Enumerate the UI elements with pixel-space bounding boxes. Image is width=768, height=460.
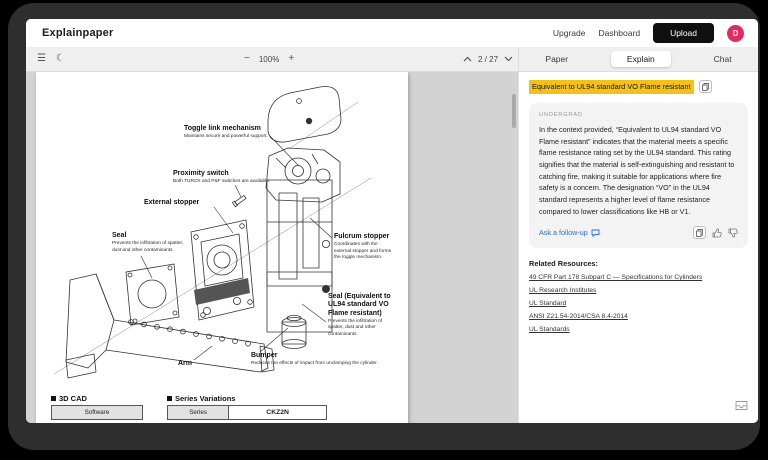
- label-external-stopper: External stopper: [144, 199, 200, 206]
- dashboard-link[interactable]: Dashboard: [598, 28, 640, 38]
- tab-explain[interactable]: Explain: [610, 51, 671, 67]
- chat-bubble-icon: [591, 229, 600, 237]
- label-arm: Arm: [178, 360, 193, 367]
- section-3d-cad: 3D CAD: [51, 394, 87, 403]
- thumbs-up-icon[interactable]: [712, 228, 722, 238]
- avatar[interactable]: D: [727, 24, 744, 42]
- label-seal-ul94: Seal (Equivalent to UL94 standard VO Fla…: [328, 293, 391, 337]
- viewer-scrollbar[interactable]: [512, 94, 516, 128]
- section-marker: [167, 396, 172, 401]
- label-bumper: Bumper Reduces the effects of impact fro…: [251, 352, 378, 367]
- top-bar: Explainpaper Upgrade Dashboard Upload D: [26, 19, 758, 47]
- dark-mode-icon[interactable]: ☾: [56, 54, 65, 64]
- explanation-text: In the context provided, “Equivalent to …: [539, 124, 735, 216]
- related-link-4[interactable]: ANSI Z21.54-2014/CSA 8.4-2014: [529, 313, 748, 320]
- label-proximity-switch: Proximity switch Both TURCK and P&F swit…: [173, 170, 271, 185]
- zoom-out-button[interactable]: −: [242, 54, 252, 64]
- series-table: Series CKZ2N: [167, 405, 327, 420]
- highlighted-text: Equivalent to UL94 standard VO Flame res…: [529, 80, 694, 94]
- zoom-in-button[interactable]: +: [286, 54, 296, 64]
- zoom-level: 100%: [258, 54, 280, 64]
- upgrade-link[interactable]: Upgrade: [553, 28, 586, 38]
- archive-tray-icon[interactable]: [735, 398, 748, 416]
- thumbs-down-icon[interactable]: [728, 228, 738, 238]
- label-seal: Seal Prevents the infiltration of spatte…: [112, 232, 184, 253]
- page-up-icon[interactable]: [463, 56, 472, 62]
- series-header-cell: Series: [168, 406, 230, 419]
- viewer-toolbar: ☰ ☾ − 100% + 2 / 27 Paper Explain Chat: [26, 47, 758, 72]
- cad-software-cell: Software: [52, 406, 142, 419]
- level-badge: UNDERGRAD: [539, 111, 583, 118]
- cad-table: Software: [51, 405, 143, 420]
- related-link-5[interactable]: UL Standards: [529, 326, 748, 333]
- upload-button[interactable]: Upload: [653, 23, 714, 43]
- copy-highlight-button[interactable]: [698, 80, 712, 94]
- tab-paper[interactable]: Paper: [535, 51, 578, 67]
- related-link-3[interactable]: UL Standard: [529, 300, 748, 307]
- related-link-2[interactable]: UL Research Institutes: [529, 287, 748, 294]
- panel-tabs: Paper Explain Chat: [518, 47, 758, 71]
- label-toggle-link-mechanism: Toggle link mechanism Maintains secure a…: [184, 125, 268, 140]
- series-value-cell: CKZ2N: [266, 409, 289, 416]
- copy-explanation-button[interactable]: [693, 226, 706, 240]
- device-frame: Explainpaper Upgrade Dashboard Upload D …: [8, 3, 760, 450]
- label-fulcrum-stopper: Fulcrum stopper Coordinates with the ext…: [334, 233, 392, 261]
- related-resources: Related Resources: 49 CFR Part 178 Subpa…: [529, 259, 748, 333]
- thumbnails-menu-icon[interactable]: ☰: [37, 54, 46, 64]
- related-link-1[interactable]: 49 CFR Part 178 Subpart C — Specificatio…: [529, 274, 748, 281]
- section-marker: [51, 396, 56, 401]
- page-indicator: 2 / 27: [478, 54, 499, 64]
- pdf-viewer: Toggle link mechanism Maintains secure a…: [26, 72, 518, 423]
- explain-panel: Equivalent to UL94 standard VO Flame res…: [518, 72, 758, 423]
- tab-chat[interactable]: Chat: [704, 51, 742, 67]
- ask-followup-link[interactable]: Ask a follow-up: [539, 228, 600, 237]
- app-window: Explainpaper Upgrade Dashboard Upload D …: [26, 19, 758, 423]
- brand-logo: Explainpaper: [42, 27, 114, 39]
- section-series-variations: Series Variations: [167, 394, 235, 403]
- explanation-card: UNDERGRAD In the context provided, “Equi…: [529, 102, 748, 249]
- page-down-icon[interactable]: [504, 56, 513, 62]
- pdf-page: Toggle link mechanism Maintains secure a…: [36, 72, 408, 423]
